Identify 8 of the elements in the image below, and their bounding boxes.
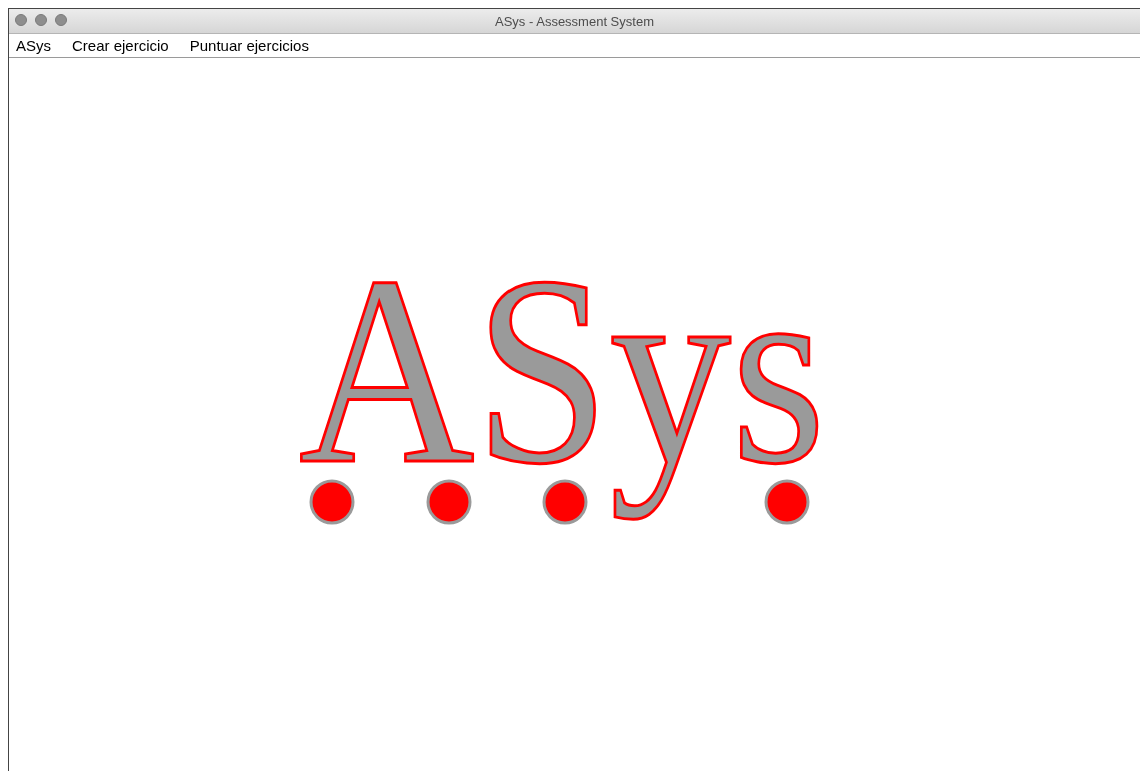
minimize-button[interactable] (35, 14, 47, 26)
menu-item[interactable]: Crear ejercicio (72, 37, 169, 54)
menu-item[interactable]: ASys (16, 37, 51, 54)
close-button[interactable] (15, 14, 27, 26)
zoom-button[interactable] (55, 14, 67, 26)
menu-item[interactable]: Puntuar ejercicios (189, 37, 309, 54)
logo: ASys (292, 215, 845, 527)
window-title: ASys - Assessment System (495, 13, 654, 29)
